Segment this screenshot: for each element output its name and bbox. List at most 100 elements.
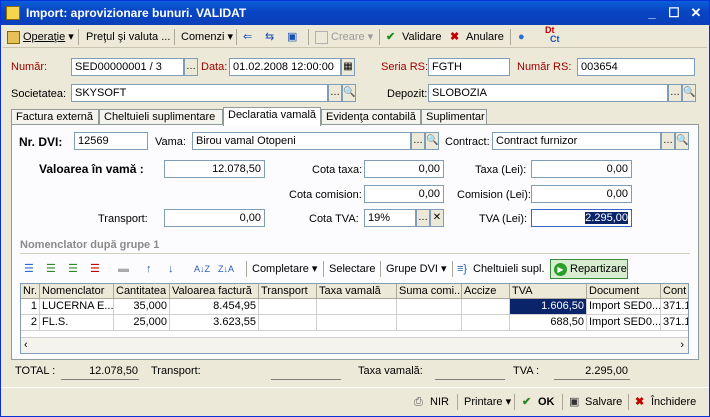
col-nomenclator[interactable]: Nomenclator: [40, 284, 114, 299]
scroll-left-icon[interactable]: ‹: [24, 339, 28, 351]
row1-suma-comision[interactable]: [397, 299, 462, 315]
close-button[interactable]: ✕: [688, 5, 704, 21]
comision-lei-field[interactable]: 0,00: [531, 185, 632, 203]
creare-button[interactable]: Creare ▾: [315, 29, 373, 45]
dt-ct-button[interactable]: Dt Ct: [545, 26, 560, 44]
col-tva[interactable]: TVA: [510, 284, 587, 299]
row2-taxa[interactable]: [317, 315, 397, 331]
tab-evidenta-contabila[interactable]: Evidenţa contabilă: [321, 109, 421, 125]
move-down-icon[interactable]: ↓: [168, 261, 174, 277]
cota-tva-browse-button[interactable]: …: [416, 209, 430, 227]
depozit-field[interactable]: SLOBOZIA: [428, 84, 668, 102]
transport-field[interactable]: 0,00: [164, 209, 265, 227]
row2-cont[interactable]: 371.1: [661, 315, 688, 331]
row2-suma-comision[interactable]: [397, 315, 462, 331]
minimize-button[interactable]: _: [644, 5, 660, 21]
contract-field[interactable]: Contract furnizor: [492, 132, 661, 150]
row1-accize[interactable]: [462, 299, 510, 315]
pret-valuta-button[interactable]: Preţul şi valuta ...: [86, 29, 170, 45]
societatea-browse-button[interactable]: …: [328, 84, 342, 102]
data-field[interactable]: 01.02.2008 12:00:00: [229, 58, 341, 76]
cheltuieli-supl-button[interactable]: ≡} Cheltuieli supl.: [457, 261, 545, 277]
sort-za-icon[interactable]: Z↓A: [218, 261, 234, 277]
numar-rs-field[interactable]: 003654: [577, 58, 695, 76]
valoarea-vama-field[interactable]: 12.078,50: [164, 160, 265, 178]
selectare-button[interactable]: Selectare: [329, 261, 375, 277]
numar-browse-button[interactable]: …: [184, 58, 198, 76]
tva-lei-field[interactable]: 2.295,00: [531, 209, 632, 227]
row1-document[interactable]: Import SED0...: [587, 299, 661, 315]
societatea-search-icon[interactable]: 🔍: [342, 84, 356, 102]
row1-cont[interactable]: 371.1: [661, 299, 688, 315]
row2-tva[interactable]: 688,50: [510, 315, 587, 331]
anulare-button[interactable]: ✖ Anulare: [450, 29, 504, 45]
scroll-right-icon[interactable]: ›: [680, 339, 684, 351]
row1-taxa[interactable]: [317, 299, 397, 315]
row2-accize[interactable]: [462, 315, 510, 331]
taxa-lei-field[interactable]: 0,00: [531, 160, 632, 178]
cota-tva-field[interactable]: 19%: [364, 209, 416, 227]
cota-comision-field[interactable]: 0,00: [364, 185, 444, 203]
grid-horizontal-scrollbar[interactable]: ‹ ›: [21, 337, 688, 353]
depozit-search-icon[interactable]: 🔍: [682, 84, 696, 102]
inchidere-button[interactable]: ✖ Închidere: [635, 394, 696, 410]
operatie-menu-button[interactable]: Operaţie ▾: [7, 29, 74, 45]
row1-valoarea[interactable]: 8.454,95: [170, 299, 259, 315]
printare-button[interactable]: Printare ▾: [464, 394, 511, 410]
tab-factura-externa[interactable]: Factura externă: [11, 109, 99, 125]
societatea-field[interactable]: SKYSOFT: [71, 84, 328, 102]
nr-dvi-field[interactable]: 12569: [74, 132, 148, 150]
depozit-browse-button[interactable]: …: [668, 84, 682, 102]
col-taxa-vamala[interactable]: Taxa vamală: [317, 284, 397, 299]
vama-browse-button[interactable]: …: [411, 132, 425, 150]
col-cont[interactable]: Cont e: [661, 284, 688, 299]
row1-tva[interactable]: 1.606,50: [510, 299, 587, 315]
tab-suplimentar[interactable]: Suplimentar: [421, 109, 487, 125]
insert-row-icon[interactable]: ☰: [46, 261, 56, 277]
cota-tva-clear-icon[interactable]: ✕: [430, 209, 444, 227]
row2-valoarea[interactable]: 3.623,55: [170, 315, 259, 331]
col-cantitatea[interactable]: Cantitatea: [114, 284, 170, 299]
validare-button[interactable]: ✔ Validare: [386, 29, 442, 45]
seria-rs-field[interactable]: FGTH: [428, 58, 510, 76]
nomenclator-grid[interactable]: Nr. Nomenclator Cantitatea Valoarea fact…: [20, 283, 689, 354]
delete-row-icon[interactable]: ☰: [90, 261, 100, 277]
vama-field[interactable]: Birou vamal Otopeni: [192, 132, 411, 150]
chat-icon[interactable]: ●: [518, 29, 525, 45]
row1-transport[interactable]: [259, 299, 317, 315]
col-accize[interactable]: Accize: [462, 284, 510, 299]
row1-cantitatea[interactable]: 35,000: [114, 299, 170, 315]
col-valoarea-factura[interactable]: Valoarea factură: [170, 284, 259, 299]
sort-az-icon[interactable]: A↓Z: [194, 261, 210, 277]
document-icon[interactable]: ▣: [287, 29, 297, 45]
row2-document[interactable]: Import SED0...: [587, 315, 661, 331]
repartizare-button[interactable]: ▶ Repartizare: [550, 259, 628, 279]
move-up-icon[interactable]: ↑: [146, 261, 152, 277]
numar-field[interactable]: SED00000001 / 3: [71, 58, 184, 76]
row2-cantitatea[interactable]: 25,000: [114, 315, 170, 331]
print-grid-icon[interactable]: ▬: [118, 261, 129, 277]
arrow-left-icon[interactable]: ⇐: [243, 29, 252, 45]
cota-taxa-field[interactable]: 0,00: [364, 160, 444, 178]
maximize-button[interactable]: ☐: [666, 5, 682, 21]
col-document[interactable]: Document: [587, 284, 661, 299]
row1-nomenclator[interactable]: LUCERNA E...: [40, 299, 114, 315]
col-transport[interactable]: Transport: [259, 284, 317, 299]
col-suma-comision[interactable]: Suma comi...: [397, 284, 462, 299]
row2-transport[interactable]: [259, 315, 317, 331]
calendar-icon[interactable]: ▦: [341, 58, 355, 76]
contract-browse-button[interactable]: …: [661, 132, 675, 150]
vama-search-icon[interactable]: 🔍: [425, 132, 439, 150]
nir-button[interactable]: ⎙ NIR: [414, 394, 449, 410]
tab-declaratia-vamala[interactable]: Declaratia vamală: [223, 107, 321, 126]
edit-row-icon[interactable]: ☰: [68, 261, 78, 277]
row2-nomenclator[interactable]: FL.S.: [40, 315, 114, 331]
ok-button[interactable]: ✔ OK: [522, 394, 555, 410]
completare-button[interactable]: Completare ▾: [252, 261, 317, 277]
add-row-icon[interactable]: ☰: [24, 261, 34, 277]
transfer-icon[interactable]: ⇆: [265, 29, 274, 45]
grupe-dvi-button[interactable]: Grupe DVI ▾: [386, 261, 447, 277]
tab-cheltuieli-suplimentare[interactable]: Cheltuieli suplimentare: [99, 109, 223, 125]
comenzi-menu-button[interactable]: Comenzi ▾: [181, 29, 233, 45]
col-nr[interactable]: Nr.: [21, 284, 40, 299]
